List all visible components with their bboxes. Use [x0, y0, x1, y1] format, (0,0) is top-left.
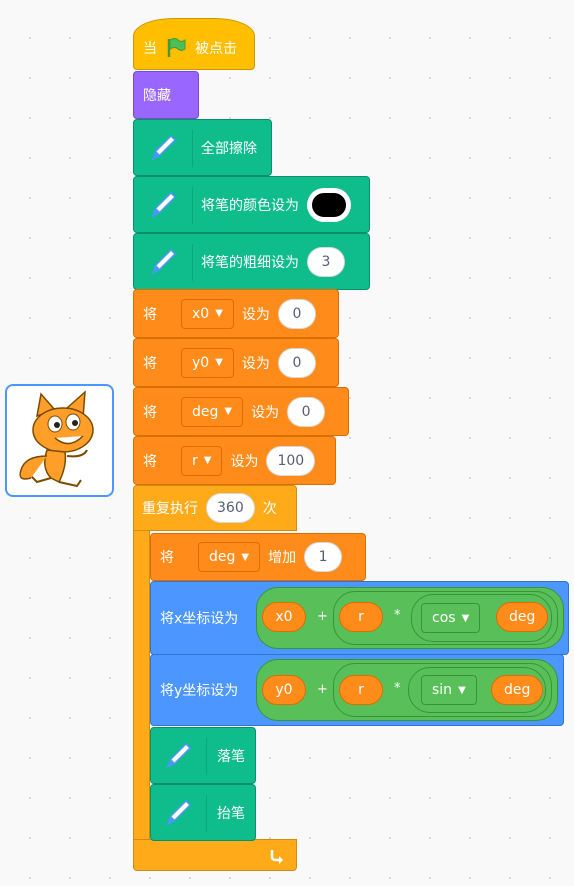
pen-up-label: 抬笔	[217, 805, 245, 822]
change-var-value-input[interactable]: 1	[304, 542, 343, 572]
plus-sign: +	[317, 609, 328, 624]
variable-dropdown[interactable]: y0 ▼	[181, 347, 234, 378]
deg-reporter[interactable]: deg	[496, 602, 549, 632]
dropdown-arrow-icon: ▼	[458, 684, 466, 696]
pen-down-label: 落笔	[217, 748, 245, 765]
y0-reporter[interactable]: y0	[262, 675, 306, 705]
repeat-label: 重复执行	[142, 501, 198, 517]
pen-icon	[166, 742, 192, 769]
repeat-suffix: 次	[262, 501, 277, 517]
change-var-prefix: 将	[160, 550, 174, 566]
pen-icon	[166, 799, 192, 826]
set-variable-block[interactable]: 将 x0 ▼ 设为 0	[133, 289, 339, 338]
set-pen-color-label: 将笔的颜色设为	[201, 197, 299, 214]
dropdown-arrow-icon: ▼	[215, 357, 223, 368]
dropdown-arrow-icon: ▼	[461, 612, 470, 624]
erase-all-block[interactable]: 全部擦除	[133, 119, 272, 176]
set-pen-color-block[interactable]: 将笔的颜色设为	[133, 176, 370, 233]
repeat-times-input[interactable]: 360	[206, 493, 255, 523]
pen-color-picker[interactable]	[307, 187, 351, 222]
set-variable-block[interactable]: 将 y0 ▼ 设为 0	[133, 338, 339, 387]
set-var-value-input[interactable]: 0	[277, 347, 316, 378]
set-var-mid: 设为	[230, 453, 259, 470]
set-variable-block[interactable]: 将 deg ▼ 设为 0	[133, 387, 349, 436]
hat-prefix: 当	[143, 41, 157, 57]
pen-icon	[151, 191, 177, 218]
pen-size-input[interactable]: 3	[307, 246, 345, 277]
pen-icon	[151, 134, 177, 161]
r-reporter[interactable]: r	[339, 602, 383, 632]
variable-dropdown[interactable]: deg ▼	[198, 542, 261, 572]
r-reporter[interactable]: r	[339, 675, 383, 705]
pen-down-block[interactable]: 落笔	[150, 727, 256, 784]
scratch-cat-icon	[19, 390, 94, 488]
sprite-thumbnail[interactable]	[5, 384, 114, 497]
hat-suffix: 被点击	[195, 41, 237, 57]
set-var-value-input[interactable]: 0	[287, 396, 326, 427]
repeat-bottom	[133, 839, 297, 871]
change-variable-block[interactable]: 将 deg ▼ 增加 1	[150, 533, 366, 581]
set-x-label: 将x坐标设为	[160, 611, 239, 627]
set-var-prefix: 将	[143, 404, 157, 421]
variable-dropdown[interactable]: x0 ▼	[181, 298, 234, 329]
math-function-dropdown[interactable]: sin ▼	[421, 675, 477, 705]
pen-up-block[interactable]: 抬笔	[150, 784, 256, 841]
repeat-arm	[133, 530, 150, 842]
plus-sign: +	[317, 682, 328, 697]
dropdown-arrow-icon: ▼	[224, 406, 233, 417]
deg-reporter[interactable]: deg	[491, 675, 544, 705]
set-var-value-input[interactable]: 0	[277, 298, 316, 329]
set-var-prefix: 将	[143, 306, 157, 323]
times-sign: *	[394, 608, 401, 623]
repeat-block[interactable]: 重复执行 360 次	[133, 485, 297, 531]
variable-dropdown[interactable]: r ▼	[181, 445, 223, 476]
set-pen-size-label: 将笔的粗细设为	[201, 254, 299, 271]
dropdown-arrow-icon: ▼	[241, 551, 250, 563]
pen-color-swatch	[310, 190, 348, 219]
change-var-mid: 增加	[268, 550, 297, 566]
set-pen-size-block[interactable]: 将笔的粗细设为 3	[133, 233, 370, 290]
pen-icon	[151, 248, 177, 275]
set-var-mid: 设为	[241, 306, 270, 323]
set-variable-block[interactable]: 将 r ▼ 设为 100	[133, 436, 336, 485]
green-flag-icon	[167, 38, 186, 57]
hide-label: 隐藏	[143, 88, 171, 104]
math-function-dropdown[interactable]: cos ▼	[421, 603, 481, 633]
loop-arrow-icon	[270, 850, 283, 864]
when-flag-clicked-block[interactable]: 当 被点击	[133, 18, 255, 70]
erase-all-label: 全部擦除	[201, 140, 257, 157]
dropdown-arrow-icon: ▼	[215, 308, 223, 319]
set-var-mid: 设为	[251, 404, 280, 421]
set-var-mid: 设为	[241, 355, 270, 372]
set-var-value-input[interactable]: 100	[266, 445, 316, 476]
set-y-label: 将y坐标设为	[160, 683, 239, 699]
set-var-prefix: 将	[143, 453, 157, 470]
x0-reporter[interactable]: x0	[262, 602, 306, 632]
variable-dropdown[interactable]: deg ▼	[181, 396, 244, 427]
times-sign: *	[394, 681, 401, 696]
hide-block[interactable]: 隐藏	[133, 71, 199, 119]
dropdown-arrow-icon: ▼	[203, 455, 212, 466]
set-var-prefix: 将	[143, 355, 157, 372]
